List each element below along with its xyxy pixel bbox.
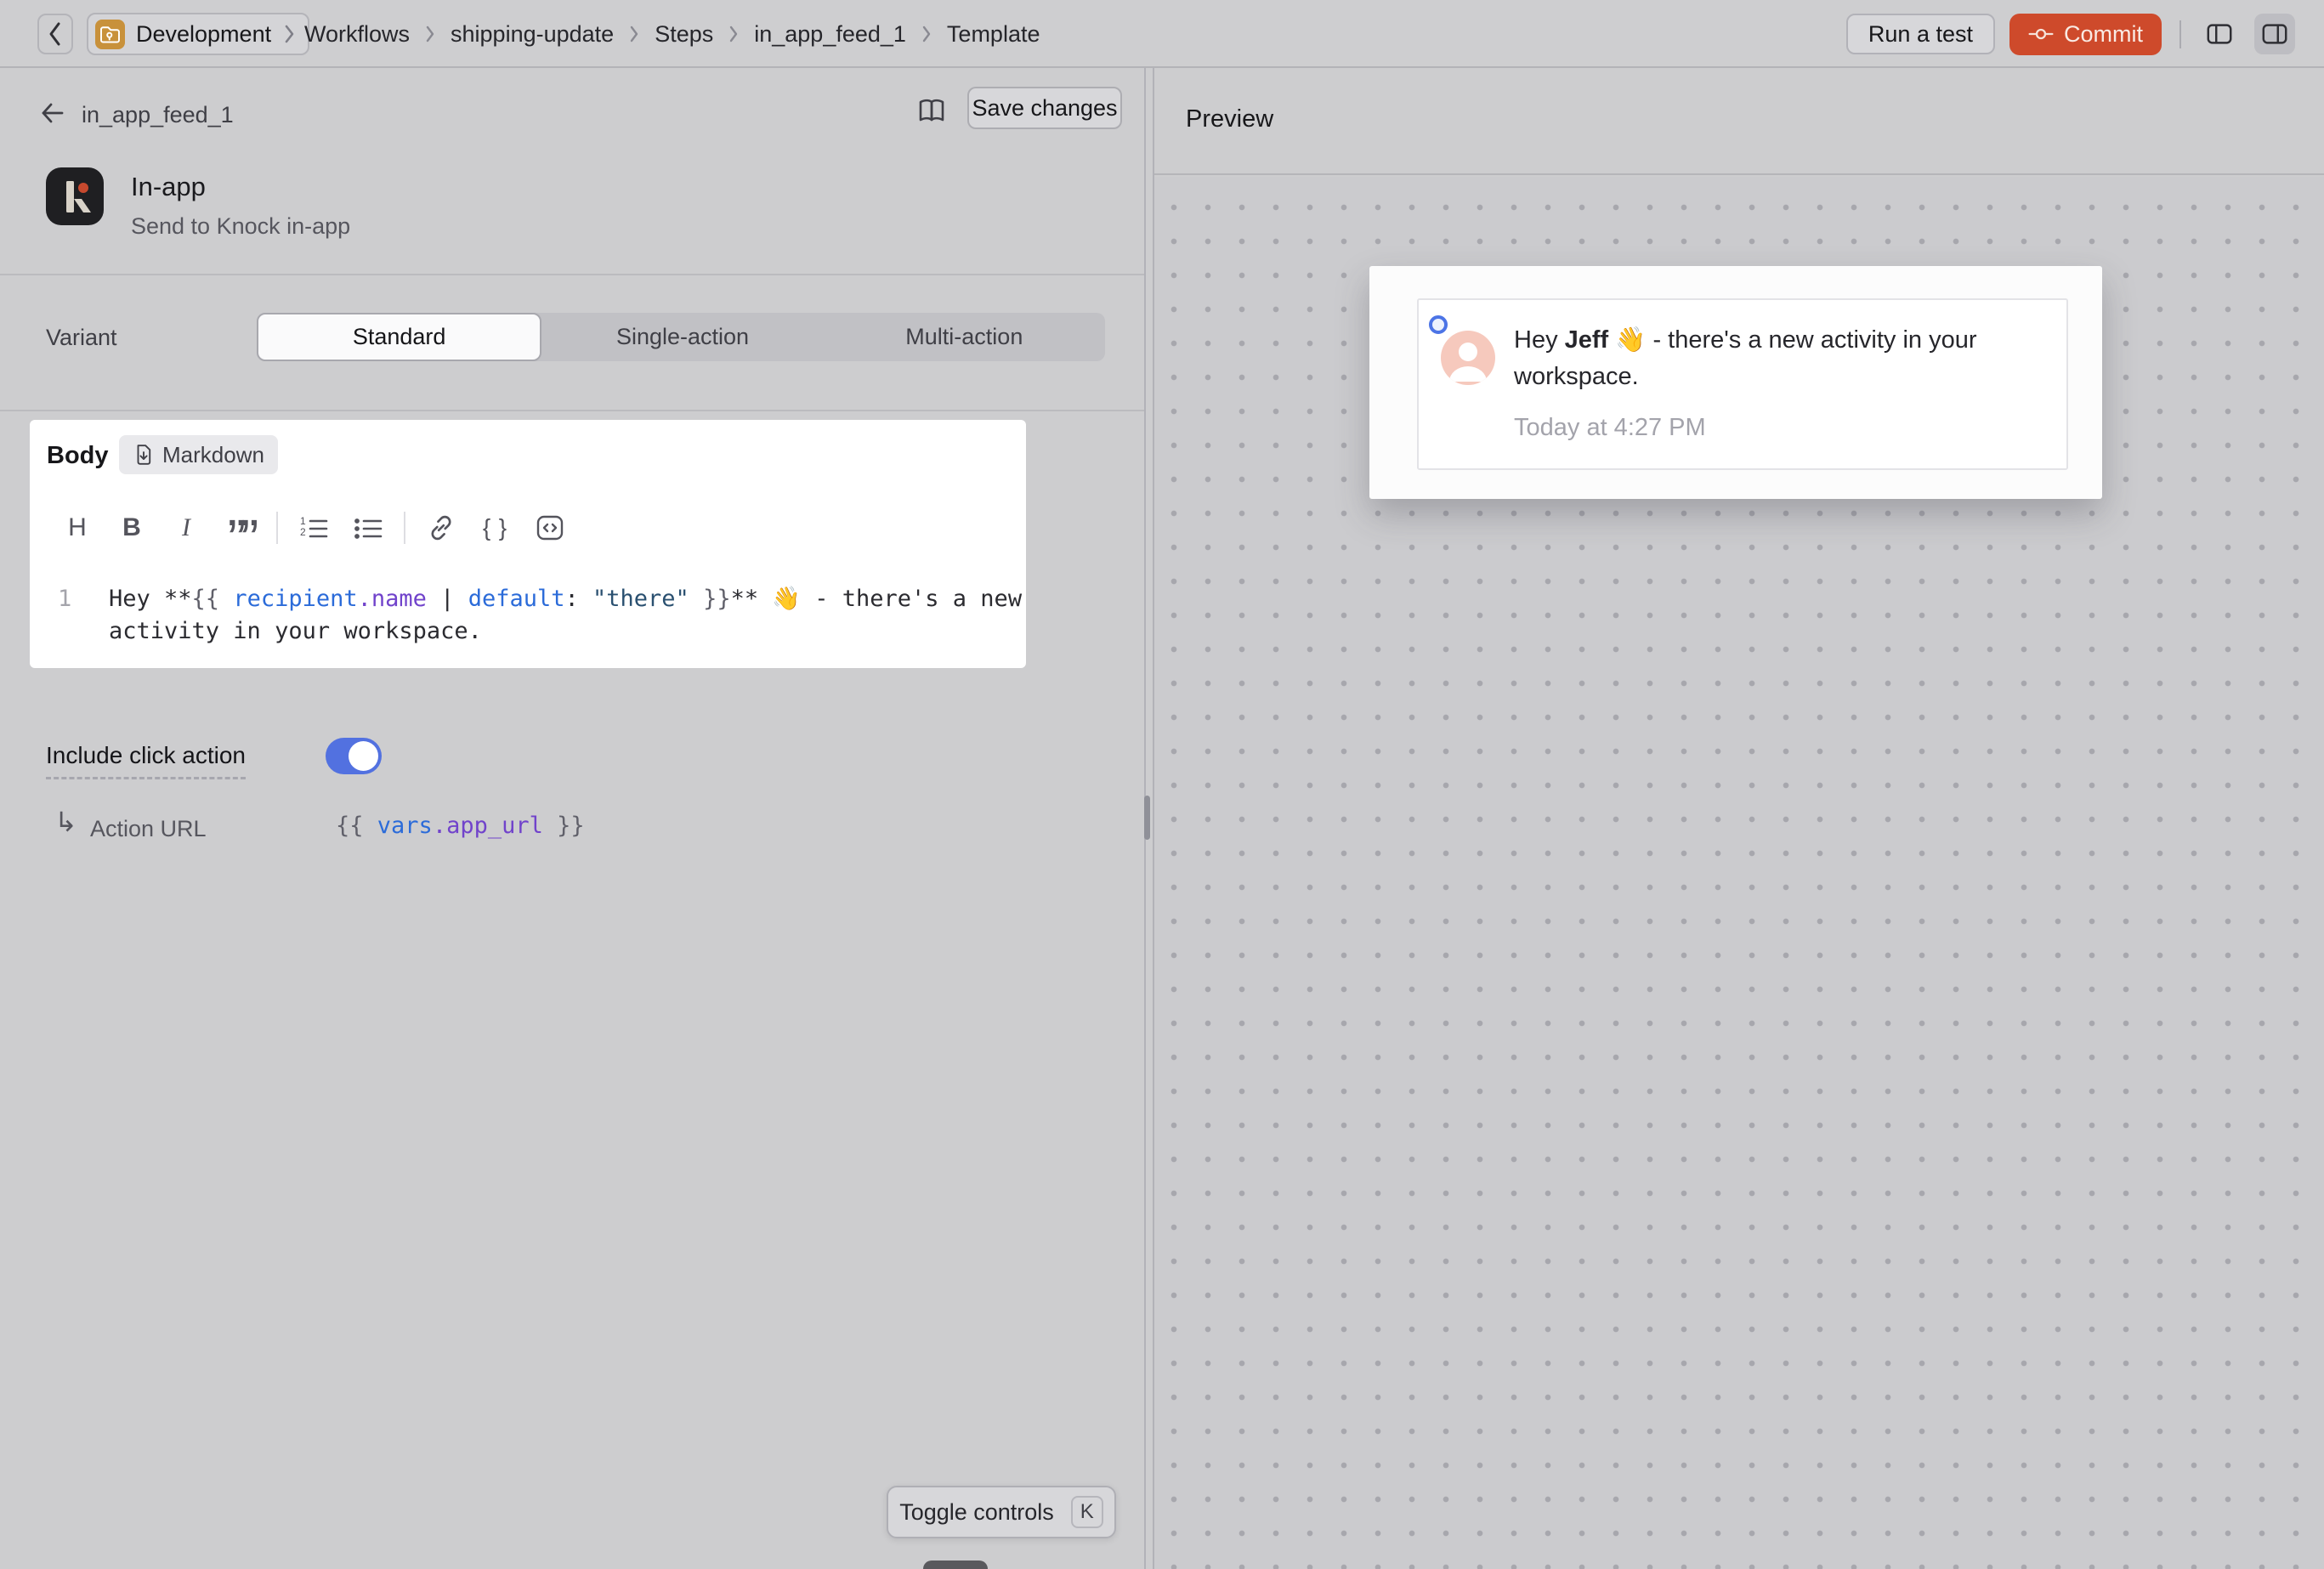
preview-header: Preview — [1154, 68, 2324, 175]
commit-button[interactable]: Commit — [2009, 14, 2162, 55]
section-divider — [0, 274, 1146, 275]
arrow-left-icon — [37, 99, 66, 127]
topbar-divider — [2179, 20, 2181, 48]
chevron-left-icon — [47, 20, 64, 48]
avatar — [1441, 331, 1495, 385]
environment-switcher[interactable]: Development — [87, 13, 309, 55]
breadcrumb-template[interactable]: Template — [947, 21, 1040, 48]
chevron-right-icon — [628, 24, 640, 44]
channel-name: In-app — [131, 172, 206, 202]
include-click-action-toggle[interactable] — [326, 738, 382, 774]
unread-indicator — [1429, 315, 1448, 334]
svg-text:1: 1 — [300, 515, 306, 527]
section-divider — [0, 410, 1146, 411]
ordered-list-button[interactable]: 12 — [297, 509, 331, 547]
body-editor-card: Body Markdown H B I ”” 12 { } — [30, 420, 1026, 668]
book-open-icon — [916, 95, 947, 126]
toggle-right-panel-button[interactable] — [2254, 14, 2295, 54]
code-block-button[interactable] — [533, 509, 567, 547]
hidden-tooltip-edge — [923, 1561, 988, 1569]
git-commit-icon — [2028, 21, 2054, 47]
svg-text:2: 2 — [300, 526, 306, 538]
corner-down-right-icon: ↳ — [54, 806, 77, 838]
heading-button[interactable]: H — [60, 509, 94, 547]
variant-option-single-action[interactable]: Single-action — [541, 313, 823, 361]
editor-toolbar: H B I ”” 12 { } — [50, 507, 577, 549]
docs-button[interactable] — [916, 95, 947, 126]
environment-name: Development — [136, 21, 271, 48]
recipient-name: Jeff — [1565, 326, 1609, 354]
link-button[interactable] — [424, 509, 458, 547]
editor-back-button[interactable] — [37, 99, 66, 127]
file-down-icon — [133, 444, 155, 466]
toggle-controls-button[interactable]: Toggle controls K — [887, 1486, 1116, 1538]
chevron-right-icon — [282, 23, 296, 45]
breadcrumb-steps[interactable]: Steps — [655, 21, 713, 48]
breadcrumb-step-name[interactable]: in_app_feed_1 — [754, 21, 906, 48]
breadcrumb: Workflows shipping-update Steps in_app_f… — [304, 0, 1040, 68]
save-changes-button[interactable]: Save changes — [967, 87, 1122, 129]
code-content: Hey **{{ recipient.name | default: "ther… — [109, 583, 1022, 648]
bullet-list-button[interactable] — [351, 509, 385, 547]
chevron-right-icon — [424, 24, 436, 44]
variant-option-standard[interactable]: Standard — [257, 313, 541, 361]
include-click-action-label: Include click action — [46, 742, 246, 779]
action-url-input[interactable]: {{ vars.app_url }} — [336, 813, 585, 839]
format-badge-label: Markdown — [162, 442, 264, 468]
notification-message: Hey Jeff 👋 - there's a new activity in y… — [1514, 322, 2046, 395]
blockquote-button[interactable]: ”” — [224, 509, 258, 547]
toolbar-divider — [404, 512, 405, 544]
bold-button[interactable]: B — [115, 509, 149, 547]
channel-description: Send to Knock in-app — [131, 213, 350, 240]
step-name-label: in_app_feed_1 — [82, 102, 234, 128]
format-markdown-badge[interactable]: Markdown — [119, 435, 278, 474]
run-a-test-label: Run a test — [1868, 21, 1973, 48]
breadcrumb-workflow-name[interactable]: shipping-update — [451, 21, 614, 48]
toggle-left-panel-button[interactable] — [2199, 14, 2240, 54]
environment-folder-icon — [95, 20, 125, 49]
line-number: 1 — [58, 583, 71, 615]
body-label: Body — [47, 442, 109, 470]
panel-resize-handle[interactable] — [1144, 796, 1150, 840]
breadcrumb-workflows[interactable]: Workflows — [304, 21, 410, 48]
commit-label: Commit — [2064, 21, 2143, 48]
chevron-right-icon — [921, 24, 932, 44]
template-editor-panel: in_app_feed_1 Save changes In-app Send t… — [0, 68, 1146, 1569]
preview-title: Preview — [1186, 105, 1273, 133]
history-back-button[interactable] — [37, 14, 73, 54]
variant-segmented-control: Standard Single-action Multi-action — [257, 313, 1105, 361]
action-url-label: Action URL — [90, 816, 207, 842]
save-changes-label: Save changes — [972, 95, 1117, 122]
notification-timestamp: Today at 4:27 PM — [1514, 414, 1706, 442]
variant-option-multi-action[interactable]: Multi-action — [824, 313, 1105, 361]
run-a-test-button[interactable]: Run a test — [1846, 14, 1995, 54]
preview-panel: Preview Hey Jeff 👋 - there's a new activ… — [1153, 68, 2324, 1569]
topbar-actions: Run a test Commit — [1846, 0, 2295, 68]
panel-right-icon — [2260, 20, 2289, 48]
feed-preview-sheet: Hey Jeff 👋 - there's a new activity in y… — [1369, 266, 2102, 499]
variable-braces-button[interactable]: { } — [479, 509, 513, 547]
variant-label: Variant — [46, 325, 117, 351]
toggle-controls-label: Toggle controls — [899, 1499, 1054, 1526]
topbar: Development Workflows shipping-update St… — [0, 0, 2324, 68]
italic-button[interactable]: I — [169, 509, 203, 547]
panel-left-icon — [2205, 20, 2234, 48]
person-icon — [1441, 331, 1495, 385]
toggle-knob — [349, 741, 378, 771]
toolbar-divider — [276, 512, 278, 544]
knock-channel-logo — [46, 167, 104, 225]
keyboard-shortcut-key: K — [1071, 1496, 1103, 1528]
chevron-right-icon — [728, 24, 740, 44]
preview-canvas: Hey Jeff 👋 - there's a new activity in y… — [1154, 177, 2324, 1569]
notification-cell[interactable]: Hey Jeff 👋 - there's a new activity in y… — [1417, 298, 2068, 470]
